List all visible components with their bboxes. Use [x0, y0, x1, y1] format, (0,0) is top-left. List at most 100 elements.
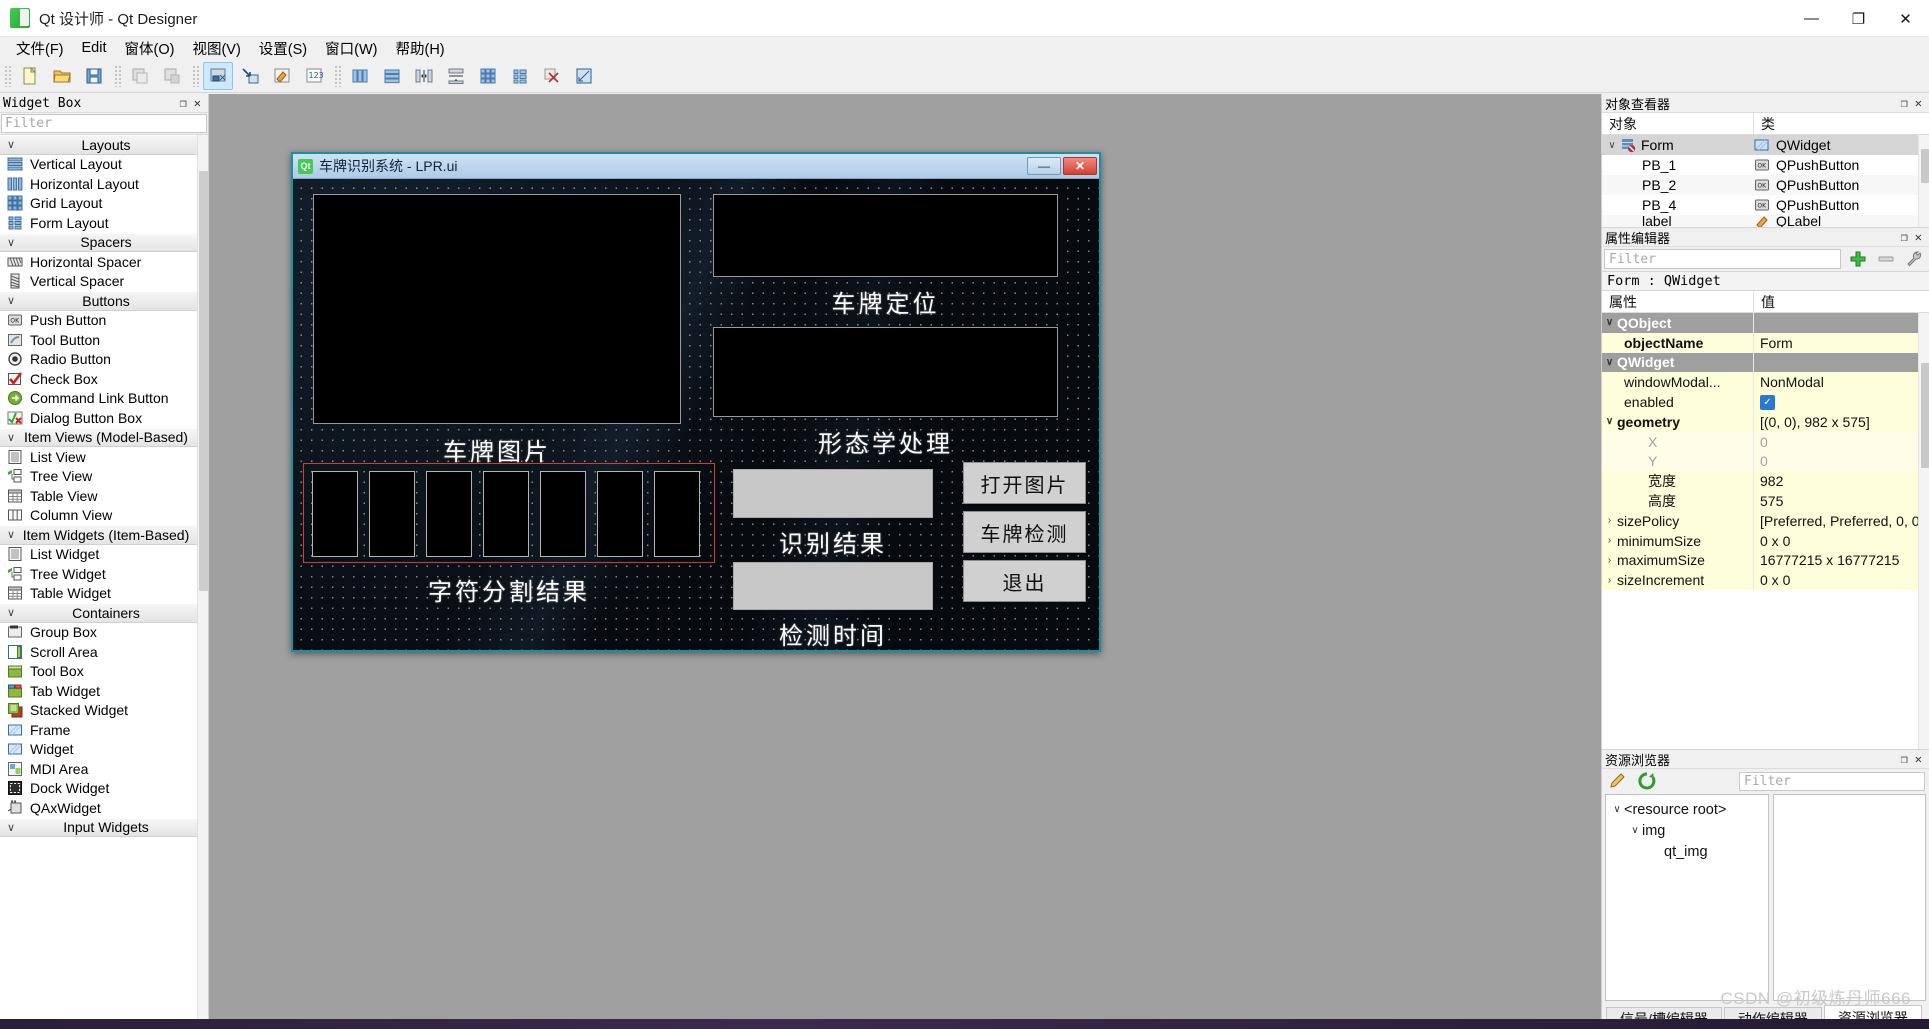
- lpr-form-titlebar[interactable]: Qt 车牌识别系统 - LPR.ui — ✕: [293, 154, 1099, 179]
- minus-icon[interactable]: [1875, 249, 1897, 269]
- widget-box-filter-input[interactable]: Filter: [1, 114, 207, 133]
- edit-tab-order-icon[interactable]: 123: [299, 62, 329, 90]
- menu-window[interactable]: 窗口(W): [316, 36, 386, 61]
- float-icon[interactable]: ❐: [1901, 97, 1908, 109]
- widget-group-layouts[interactable]: ∨ Layouts: [0, 135, 208, 155]
- property-editor-scrollbar[interactable]: [1918, 313, 1929, 749]
- property-value[interactable]: 575: [1760, 493, 1783, 509]
- maximize-button[interactable]: ❐: [1835, 0, 1882, 37]
- widget-item-dock-widget[interactable]: Dock Widget: [0, 779, 208, 799]
- widget-group-containers[interactable]: ∨ Containers: [0, 603, 208, 623]
- char-segment-box[interactable]: [312, 471, 358, 557]
- scrollbar-thumb[interactable]: [1921, 149, 1929, 183]
- toolbar-grip[interactable]: [4, 64, 12, 87]
- widget-item-grid-layout[interactable]: Grid Layout: [0, 194, 208, 214]
- layout-splitter-horizontal-icon[interactable]: [409, 62, 439, 90]
- detection-time-field[interactable]: [733, 562, 933, 610]
- save-form-icon[interactable]: [79, 62, 109, 90]
- adjust-size-icon[interactable]: [569, 62, 599, 90]
- close-icon[interactable]: ✕: [194, 97, 201, 109]
- char-segment-box[interactable]: [597, 471, 643, 557]
- column-header-value[interactable]: 值: [1754, 291, 1929, 312]
- menu-form[interactable]: 窗体(O): [116, 36, 184, 61]
- object-inspector-tree[interactable]: ∨ Form QWidget PB_1 OK QPushButton PB_2 …: [1602, 135, 1929, 227]
- widget-item-widget[interactable]: Widget: [0, 740, 208, 760]
- chevron-right-icon[interactable]: ›: [1602, 535, 1617, 546]
- edit-widgets-icon[interactable]: [203, 61, 233, 90]
- chevron-right-icon[interactable]: ›: [1602, 515, 1617, 526]
- property-value[interactable]: 0: [1760, 453, 1768, 469]
- object-inspector-scrollbar[interactable]: [1918, 135, 1929, 227]
- widget-item-table-view[interactable]: Table View: [0, 486, 208, 506]
- property-value[interactable]: [(0, 0), 982 x 575]: [1760, 414, 1870, 430]
- widget-box-scrollbar[interactable]: [197, 135, 208, 1029]
- column-header-property[interactable]: 属性: [1602, 291, 1754, 312]
- property-value[interactable]: 982: [1760, 473, 1783, 489]
- form-minimize-button[interactable]: —: [1027, 157, 1061, 175]
- close-icon[interactable]: ✕: [1915, 97, 1922, 109]
- property-row-x[interactable]: X 0: [1602, 431, 1929, 452]
- morphology-display[interactable]: [713, 327, 1058, 417]
- edit-signals-slots-icon[interactable]: [235, 62, 265, 90]
- column-header-class[interactable]: 类: [1754, 113, 1929, 134]
- plate-image-display[interactable]: [313, 194, 681, 424]
- widget-item-radio-button[interactable]: Radio Button: [0, 350, 208, 370]
- widget-item-frame[interactable]: Frame: [0, 720, 208, 740]
- property-row-enabled[interactable]: enabled ✓: [1602, 392, 1929, 412]
- object-row-label[interactable]: label QLabel: [1602, 215, 1929, 227]
- resource-preview-pane[interactable]: [1773, 794, 1926, 1001]
- close-icon[interactable]: ✕: [1915, 231, 1922, 243]
- widget-item-list-widget[interactable]: List Widget: [0, 545, 208, 565]
- object-row-pb2[interactable]: PB_2 OK QPushButton: [1602, 175, 1929, 195]
- open-image-button[interactable]: 打开图片: [963, 462, 1086, 504]
- layout-grid-icon[interactable]: [473, 62, 503, 90]
- reload-icon[interactable]: [1636, 771, 1658, 791]
- property-editor-list[interactable]: ∨ QObject objectName Form ∨ QWidget wind…: [1602, 313, 1929, 749]
- chevron-right-icon[interactable]: ›: [1602, 575, 1617, 586]
- widget-item-qaxwidget[interactable]: QAxWidget: [0, 798, 208, 818]
- property-value[interactable]: 0: [1760, 434, 1768, 450]
- widget-item-tree-widget[interactable]: Tree Widget: [0, 564, 208, 584]
- toolbar-grip-4[interactable]: [334, 64, 342, 87]
- widget-item-column-view[interactable]: Column View: [0, 506, 208, 526]
- enabled-checkbox[interactable]: ✓: [1760, 394, 1775, 410]
- chevron-down-icon[interactable]: ∨: [1604, 140, 1620, 151]
- scrollbar-thumb[interactable]: [199, 171, 208, 591]
- widget-group-spacers[interactable]: ∨ Spacers: [0, 232, 208, 252]
- float-icon[interactable]: ❐: [1901, 753, 1908, 765]
- edit-buddies-icon[interactable]: [267, 62, 297, 90]
- lpr-form-body[interactable]: 车牌图片 车牌定位 形态学处理 字符分割结果 识别结果 检测时间 打开图片 车牌…: [293, 179, 1099, 650]
- layout-vertically-icon[interactable]: [377, 62, 407, 90]
- property-value[interactable]: [Preferred, Preferred, 0, 0]: [1760, 513, 1923, 529]
- widget-item-stacked-widget[interactable]: Stacked Widget: [0, 701, 208, 721]
- property-group-qobject[interactable]: ∨ QObject: [1602, 313, 1929, 333]
- redo-icon[interactable]: [157, 62, 187, 90]
- plate-detect-button[interactable]: 车牌检测: [963, 511, 1086, 553]
- property-value[interactable]: Form: [1760, 335, 1793, 351]
- property-value[interactable]: 0 x 0: [1760, 572, 1790, 588]
- widget-group-buttons[interactable]: ∨ Buttons: [0, 291, 208, 311]
- menu-view[interactable]: 视图(V): [183, 36, 249, 61]
- column-header-object[interactable]: 对象: [1602, 113, 1754, 134]
- menu-settings[interactable]: 设置(S): [250, 36, 316, 61]
- property-value[interactable]: NonModal: [1760, 374, 1824, 390]
- widget-group-item-views[interactable]: ∨ Item Views (Model-Based): [0, 427, 208, 447]
- widget-item-dialog-button-box[interactable]: Dialog Button Box: [0, 408, 208, 428]
- minimize-button[interactable]: —: [1788, 0, 1835, 37]
- resource-filter-input[interactable]: Filter: [1739, 771, 1925, 791]
- menu-file[interactable]: 文件(F): [7, 36, 73, 61]
- widget-item-table-widget[interactable]: Table Widget: [0, 584, 208, 604]
- widget-item-tree-view[interactable]: Tree View: [0, 467, 208, 487]
- property-row-minimumsize[interactable]: › minimumSize 0 x 0: [1602, 530, 1929, 551]
- lpr-form-window[interactable]: Qt 车牌识别系统 - LPR.ui — ✕ 车牌图片 车牌定位 形态学处理 字…: [291, 152, 1101, 652]
- widget-item-scroll-area[interactable]: Scroll Area: [0, 642, 208, 662]
- property-group-qwidget[interactable]: ∨ QWidget: [1602, 352, 1929, 373]
- exit-button[interactable]: 退出: [963, 560, 1086, 602]
- property-row-objectname[interactable]: objectName Form: [1602, 332, 1929, 353]
- object-row-form[interactable]: ∨ Form QWidget: [1602, 135, 1929, 155]
- widget-item-push-button[interactable]: OK Push Button: [0, 311, 208, 331]
- property-row-maximumsize[interactable]: › maximumSize 16777215 x 16777215: [1602, 550, 1929, 571]
- property-row-width[interactable]: 宽度 982: [1602, 471, 1929, 492]
- widget-item-check-box[interactable]: Check Box: [0, 369, 208, 389]
- property-row-sizeincrement[interactable]: › sizeIncrement 0 x 0: [1602, 570, 1929, 591]
